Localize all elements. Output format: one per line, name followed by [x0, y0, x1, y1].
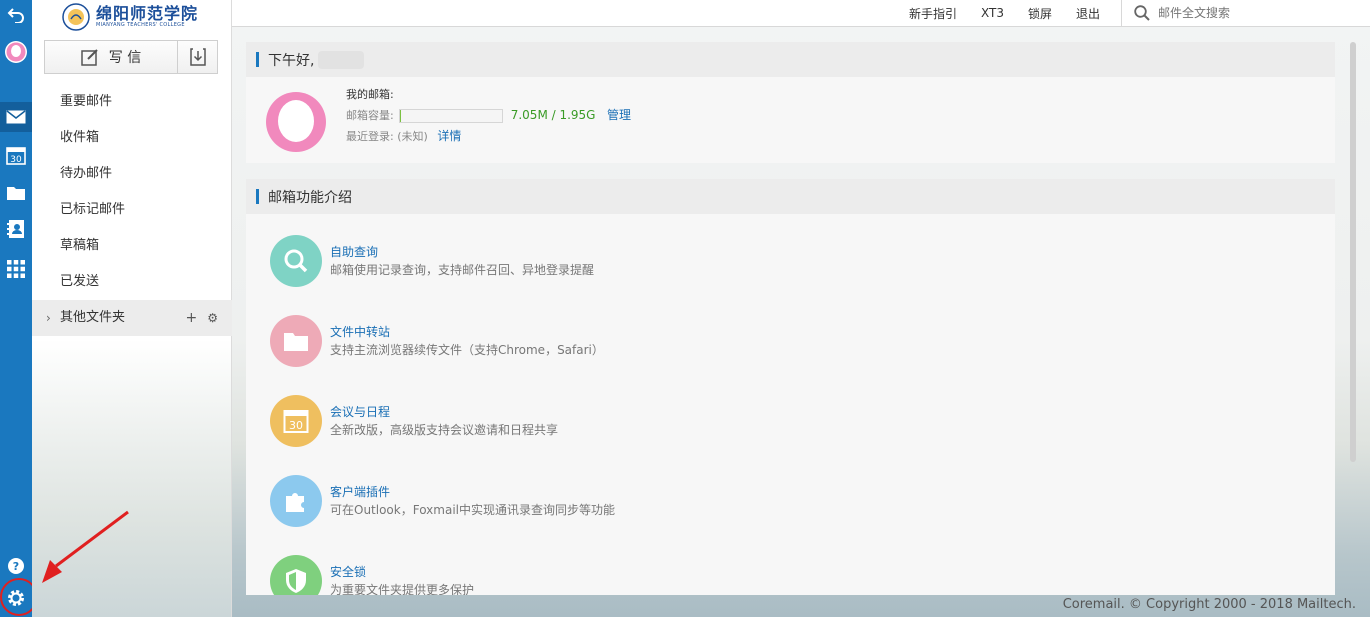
- quota-fill: [400, 110, 402, 122]
- quota-bar: [399, 109, 504, 123]
- folder-icon: [270, 315, 322, 367]
- quota-label: 邮箱容量:: [346, 109, 394, 122]
- search-box: [1121, 0, 1370, 26]
- features-title: 邮箱功能介绍: [268, 189, 352, 206]
- puzzle-icon: [270, 475, 322, 527]
- download-icon: [189, 48, 206, 66]
- feature-title[interactable]: 安全锁: [330, 563, 366, 580]
- logout-link[interactable]: 退出: [1076, 5, 1100, 22]
- quota-value: 7.05M / 1.95G: [510, 108, 596, 122]
- user-link[interactable]: XT3: [981, 6, 1004, 20]
- feature-title[interactable]: 客户端插件: [330, 483, 390, 500]
- feature-desc: 邮箱使用记录查询，支持邮件召回、异地登录提醒: [330, 263, 595, 277]
- blurred-username: [318, 50, 365, 69]
- shield-icon: [270, 555, 322, 595]
- copyright-footer: Coremail. © Copyright 2000 - 2018 Mailte…: [1062, 597, 1356, 612]
- folder-settings-icon[interactable]: ⚙: [207, 300, 218, 336]
- feature-desc: 全新改版，高级版支持会议邀请和日程共享: [330, 423, 559, 437]
- calendar-icon: 30: [270, 395, 322, 447]
- search-icon[interactable]: [1134, 5, 1150, 21]
- last-login-label: 最近登录:: [346, 130, 394, 143]
- greeting-card: 下午好, 我的邮箱: 邮箱容量: 7.05M / 1.95G 管理 最近登录: …: [246, 42, 1335, 163]
- guide-link[interactable]: 新手指引: [909, 5, 957, 22]
- features-header: 邮箱功能介绍: [246, 179, 1335, 214]
- user-avatar[interactable]: [266, 92, 326, 152]
- search-input[interactable]: [1158, 6, 1358, 20]
- feature-title[interactable]: 会议与日程: [330, 403, 390, 420]
- mailbox-info: 我的邮箱: 邮箱容量: 7.05M / 1.95G 管理 最近登录: (未知) …: [346, 84, 631, 147]
- annotation-arrow-icon: [42, 510, 129, 583]
- feature-desc: 可在Outlook，Foxmail中实现通讯录查询同步等功能: [330, 503, 615, 517]
- feature-desc: 为重要文件夹提供更多保护: [330, 583, 475, 595]
- features-card: 邮箱功能介绍 自助查询 邮箱使用记录查询，支持邮件召回、异地登录提醒 文件中转站…: [246, 179, 1335, 595]
- receive-mail-button[interactable]: [178, 40, 218, 74]
- search-icon: [270, 235, 322, 287]
- feature-desc: 支持主流浏览器续传文件（支持Chrome，Safari）: [330, 343, 604, 357]
- svg-text:30: 30: [289, 419, 303, 432]
- manage-link[interactable]: 管理: [607, 108, 631, 122]
- feature-title[interactable]: 自助查询: [330, 243, 378, 260]
- lock-screen-link[interactable]: 锁屏: [1028, 5, 1052, 22]
- feature-title[interactable]: 文件中转站: [330, 323, 390, 340]
- scrollbar[interactable]: [1350, 42, 1356, 462]
- greeting-header: 下午好,: [246, 42, 1335, 77]
- top-bar: 新手指引 XT3 锁屏 退出: [232, 0, 1370, 27]
- greeting-text: 下午好,: [268, 52, 315, 69]
- mailbox-title: 我的邮箱:: [346, 88, 394, 101]
- detail-link[interactable]: 详情: [437, 129, 461, 143]
- add-folder-icon[interactable]: +: [186, 300, 198, 336]
- top-links: 新手指引 XT3 锁屏 退出: [909, 0, 1100, 26]
- last-login-value: (未知): [397, 130, 428, 143]
